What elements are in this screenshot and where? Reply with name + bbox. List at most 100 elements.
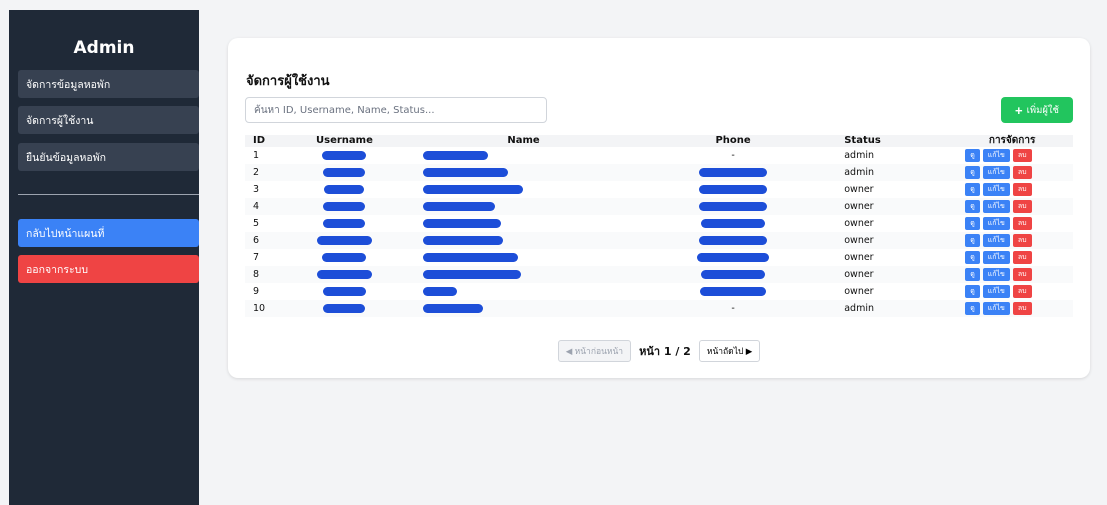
delete-button[interactable]: ลบ [1012,234,1032,247]
status-cell: admin [814,164,952,181]
status-cell: owner [814,232,952,249]
edit-button[interactable]: แก้ไข [982,268,1010,281]
redacted-phone [700,287,767,296]
actions-cell: ดู แก้ไข ลบ [951,215,1073,232]
view-button[interactable]: ดู [965,251,980,264]
view-button[interactable]: ดู [965,268,980,281]
name-cell [395,283,652,300]
redacted-username [323,219,366,228]
redacted-username [323,202,366,211]
id-cell: 7 [253,252,260,263]
edit-button[interactable]: แก้ไข [982,217,1010,230]
delete-button[interactable]: ลบ [1012,268,1032,281]
status-cell: owner [844,286,874,297]
add-user-label: เพิ่มผู้ใช้ [1026,104,1060,116]
search-input[interactable] [245,97,547,123]
actions-cell: ดู แก้ไข ลบ [951,300,1073,317]
plus-icon: + [1014,102,1023,118]
name-cell [395,181,652,198]
edit-button[interactable]: แก้ไข [982,183,1010,196]
view-button[interactable]: ดู [965,149,980,162]
edit-button[interactable]: แก้ไข [982,166,1010,179]
name-cell [395,266,652,283]
phone-cell [652,283,814,300]
phone-cell [652,249,814,266]
table-row: 7 owner ดู แก้ไข ลบ [245,249,1073,266]
delete-button[interactable]: ลบ [1012,217,1032,230]
view-button[interactable]: ดู [965,302,980,315]
col-id: ID [245,135,294,147]
username-cell [293,164,396,181]
sidebar-item-user-manage[interactable]: จัดการผู้ใช้งาน [18,106,199,134]
actions-cell: ดู แก้ไข ลบ [951,283,1073,300]
prev-page-button[interactable]: ◀ หน้าก่อนหน้า [557,340,632,362]
status-cell: admin [844,150,875,161]
redacted-name [423,304,484,313]
table-row: 9 owner ดู แก้ไข ลบ [245,283,1073,300]
delete-button[interactable]: ลบ [1012,149,1032,162]
edit-button[interactable]: แก้ไข [982,302,1010,315]
view-button[interactable]: ดู [965,234,980,247]
sidebar-divider [18,194,199,195]
username-cell [293,198,396,215]
name-cell [395,147,652,164]
add-user-button[interactable]: + เพิ่มผู้ใช้ [1001,97,1073,123]
id-cell: 8 [245,266,294,283]
page-indicator: หน้า 1 / 2 [639,345,691,358]
logout-button[interactable]: ออกจากระบบ [18,255,199,283]
delete-button[interactable]: ลบ [1012,183,1032,196]
id-cell: 3 [253,184,260,195]
username-cell [293,266,396,283]
back-to-map-button[interactable]: กลับไปหน้าแผนที่ [18,219,199,247]
username-cell [293,300,396,317]
status-cell: owner [844,218,874,229]
delete-button[interactable]: ลบ [1012,200,1032,213]
edit-button[interactable]: แก้ไข [982,251,1010,264]
delete-button[interactable]: ลบ [1012,302,1032,315]
redacted-username [322,287,366,296]
name-cell [395,198,652,215]
sidebar-item-dorm-verify[interactable]: ยืนยันข้อมูลหอพัก [18,143,199,171]
table-row: 5 owner ดู แก้ไข ลบ [245,215,1073,232]
actions-cell: ดู แก้ไข ลบ [951,147,1073,164]
redacted-phone [701,219,766,228]
next-page-button[interactable]: หน้าถัดไป ▶ [698,340,761,362]
table-row: 4 owner ดู แก้ไข ลบ [245,198,1073,215]
actions-cell: ดู แก้ไข ลบ [951,249,1073,266]
redacted-phone [699,202,768,211]
sidebar-item-dorm-manage[interactable]: จัดการข้อมูลหอพัก [18,70,199,98]
name-cell [395,164,652,181]
col-actions: การจัดการ [951,135,1073,147]
view-button[interactable]: ดู [965,217,980,230]
delete-button[interactable]: ลบ [1012,285,1032,298]
redacted-name [423,287,458,296]
username-cell [294,283,395,300]
table-row: 3 owner ดู แก้ไข ลบ [245,181,1073,198]
table-row: 2 admin ดู แก้ไข ลบ [245,164,1073,181]
phone-cell: - [731,150,735,161]
pagination: ◀ หน้าก่อนหน้า หน้า 1 / 2 หน้าถัดไป ▶ [228,340,1090,362]
view-button[interactable]: ดู [965,200,980,213]
delete-button[interactable]: ลบ [1012,166,1032,179]
name-cell [395,215,652,232]
redacted-phone [699,185,768,194]
edit-button[interactable]: แก้ไข [982,200,1010,213]
sidebar: Admin จัดการข้อมูลหอพัก จัดการผู้ใช้งาน … [9,10,199,505]
view-button[interactable]: ดู [965,166,980,179]
delete-button[interactable]: ลบ [1012,251,1032,264]
username-cell [294,147,395,164]
edit-button[interactable]: แก้ไข [982,234,1010,247]
redacted-username [323,304,366,313]
col-username: Username [293,135,396,147]
col-status: Status [814,135,952,147]
redacted-name [423,253,519,262]
view-button[interactable]: ดู [965,183,980,196]
page-title: จัดการผู้ใช้งาน [246,74,330,89]
edit-button[interactable]: แก้ไข [982,149,1010,162]
name-cell [395,300,652,317]
edit-button[interactable]: แก้ไข [982,285,1010,298]
view-button[interactable]: ดู [965,285,980,298]
table-row: 6 owner ดู แก้ไข ลบ [245,232,1073,249]
table-row: 8 owner ดู แก้ไข ลบ [245,266,1073,283]
phone-cell [651,164,815,181]
